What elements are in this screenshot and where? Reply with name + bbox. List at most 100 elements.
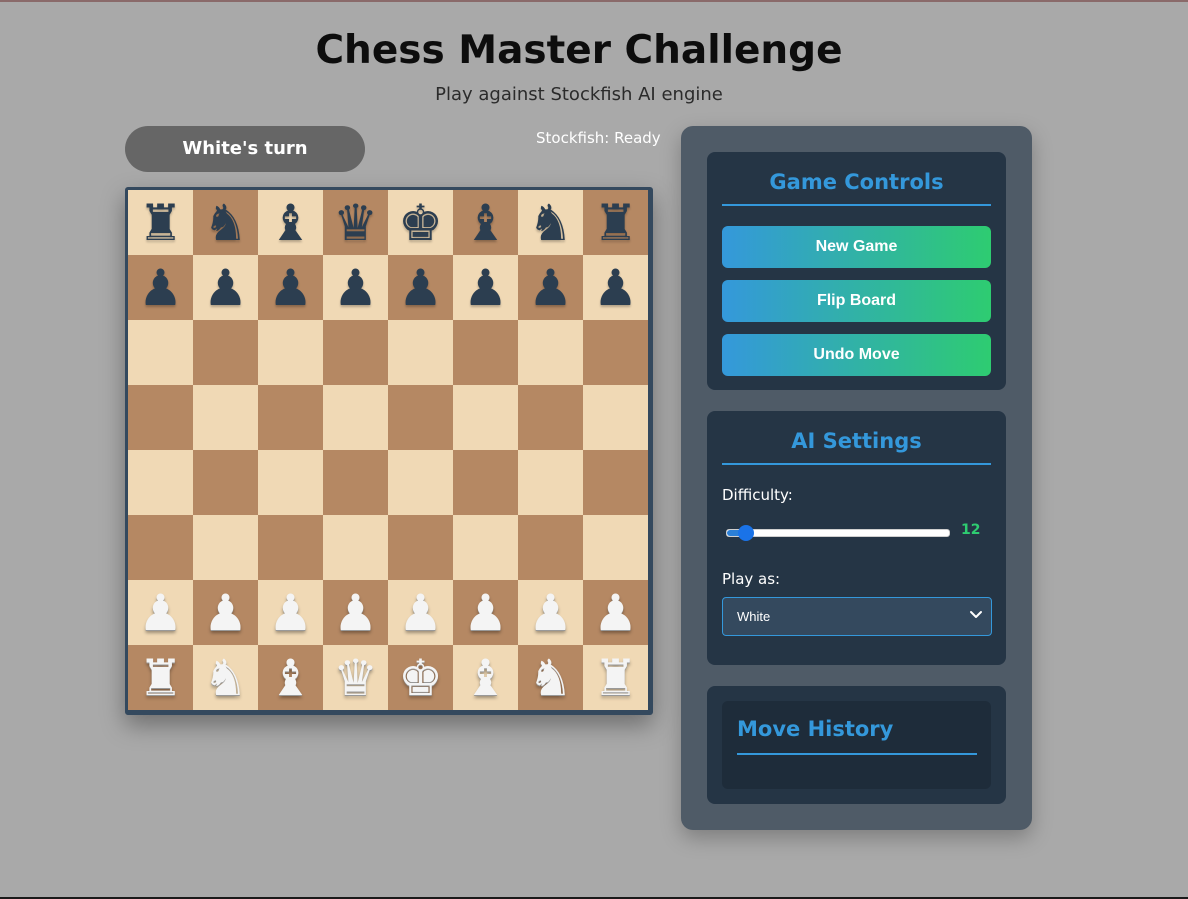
square-d2[interactable]: ♟ bbox=[323, 580, 388, 645]
black-piece-icon[interactable]: ♟ bbox=[268, 263, 313, 313]
black-piece-icon[interactable]: ♜ bbox=[593, 198, 638, 248]
square-d4[interactable] bbox=[323, 450, 388, 515]
white-piece-icon[interactable]: ♞ bbox=[203, 653, 248, 703]
white-piece-icon[interactable]: ♛ bbox=[333, 653, 378, 703]
square-g1[interactable]: ♞ bbox=[518, 645, 583, 710]
black-piece-icon[interactable]: ♟ bbox=[593, 263, 638, 313]
play-as-select[interactable]: White bbox=[722, 597, 992, 636]
black-piece-icon[interactable]: ♟ bbox=[333, 263, 378, 313]
white-piece-icon[interactable]: ♜ bbox=[138, 653, 183, 703]
black-piece-icon[interactable]: ♟ bbox=[398, 263, 443, 313]
square-e1[interactable]: ♚ bbox=[388, 645, 453, 710]
square-b6[interactable] bbox=[193, 320, 258, 385]
square-d8[interactable]: ♛ bbox=[323, 190, 388, 255]
new-game-button[interactable]: New Game bbox=[722, 226, 991, 268]
square-d7[interactable]: ♟ bbox=[323, 255, 388, 320]
black-piece-icon[interactable]: ♞ bbox=[203, 198, 248, 248]
white-piece-icon[interactable]: ♞ bbox=[528, 653, 573, 703]
square-h3[interactable] bbox=[583, 515, 648, 580]
square-g5[interactable] bbox=[518, 385, 583, 450]
square-e8[interactable]: ♚ bbox=[388, 190, 453, 255]
square-a1[interactable]: ♜ bbox=[128, 645, 193, 710]
black-piece-icon[interactable]: ♞ bbox=[528, 198, 573, 248]
black-piece-icon[interactable]: ♟ bbox=[528, 263, 573, 313]
white-piece-icon[interactable]: ♚ bbox=[398, 653, 443, 703]
square-g3[interactable] bbox=[518, 515, 583, 580]
square-g8[interactable]: ♞ bbox=[518, 190, 583, 255]
square-e6[interactable] bbox=[388, 320, 453, 385]
square-d3[interactable] bbox=[323, 515, 388, 580]
square-e2[interactable]: ♟ bbox=[388, 580, 453, 645]
square-h1[interactable]: ♜ bbox=[583, 645, 648, 710]
square-b2[interactable]: ♟ bbox=[193, 580, 258, 645]
black-piece-icon[interactable]: ♝ bbox=[463, 198, 508, 248]
square-f8[interactable]: ♝ bbox=[453, 190, 518, 255]
square-f7[interactable]: ♟ bbox=[453, 255, 518, 320]
white-piece-icon[interactable]: ♟ bbox=[463, 588, 508, 638]
white-piece-icon[interactable]: ♟ bbox=[138, 588, 183, 638]
square-d6[interactable] bbox=[323, 320, 388, 385]
black-piece-icon[interactable]: ♛ bbox=[333, 198, 378, 248]
square-h4[interactable] bbox=[583, 450, 648, 515]
square-c7[interactable]: ♟ bbox=[258, 255, 323, 320]
undo-move-button[interactable]: Undo Move bbox=[722, 334, 991, 376]
black-piece-icon[interactable]: ♜ bbox=[138, 198, 183, 248]
white-piece-icon[interactable]: ♜ bbox=[593, 653, 638, 703]
white-piece-icon[interactable]: ♝ bbox=[268, 653, 313, 703]
square-d1[interactable]: ♛ bbox=[323, 645, 388, 710]
square-h8[interactable]: ♜ bbox=[583, 190, 648, 255]
difficulty-slider[interactable] bbox=[726, 525, 950, 541]
square-d5[interactable] bbox=[323, 385, 388, 450]
flip-board-button[interactable]: Flip Board bbox=[722, 280, 991, 322]
square-a8[interactable]: ♜ bbox=[128, 190, 193, 255]
square-f2[interactable]: ♟ bbox=[453, 580, 518, 645]
square-g2[interactable]: ♟ bbox=[518, 580, 583, 645]
white-piece-icon[interactable]: ♟ bbox=[593, 588, 638, 638]
square-a3[interactable] bbox=[128, 515, 193, 580]
square-a7[interactable]: ♟ bbox=[128, 255, 193, 320]
square-c1[interactable]: ♝ bbox=[258, 645, 323, 710]
chess-board[interactable]: ♜ ♞ ♝ ♛ ♚ ♝ ♞ ♜ ♟ ♟ ♟ ♟ ♟ ♟ ♟ ♟ ♟ ♟ ♟ ♟ ♟ ♟ ♟ ♟ ♜ ♞ ♝ ♛ ♚ ♝ ♞ ♜ bbox=[125, 187, 653, 715]
white-piece-icon[interactable]: ♟ bbox=[268, 588, 313, 638]
black-piece-icon[interactable]: ♟ bbox=[203, 263, 248, 313]
black-piece-icon[interactable]: ♟ bbox=[463, 263, 508, 313]
square-c3[interactable] bbox=[258, 515, 323, 580]
square-g4[interactable] bbox=[518, 450, 583, 515]
square-c4[interactable] bbox=[258, 450, 323, 515]
square-f4[interactable] bbox=[453, 450, 518, 515]
square-a2[interactable]: ♟ bbox=[128, 580, 193, 645]
white-piece-icon[interactable]: ♟ bbox=[398, 588, 443, 638]
square-b1[interactable]: ♞ bbox=[193, 645, 258, 710]
square-a6[interactable] bbox=[128, 320, 193, 385]
square-f1[interactable]: ♝ bbox=[453, 645, 518, 710]
square-g7[interactable]: ♟ bbox=[518, 255, 583, 320]
black-piece-icon[interactable]: ♚ bbox=[398, 198, 443, 248]
black-piece-icon[interactable]: ♝ bbox=[268, 198, 313, 248]
square-h7[interactable]: ♟ bbox=[583, 255, 648, 320]
square-h2[interactable]: ♟ bbox=[583, 580, 648, 645]
square-c8[interactable]: ♝ bbox=[258, 190, 323, 255]
white-piece-icon[interactable]: ♟ bbox=[528, 588, 573, 638]
square-a5[interactable] bbox=[128, 385, 193, 450]
black-piece-icon[interactable]: ♟ bbox=[138, 263, 183, 313]
square-e4[interactable] bbox=[388, 450, 453, 515]
square-b7[interactable]: ♟ bbox=[193, 255, 258, 320]
square-e3[interactable] bbox=[388, 515, 453, 580]
square-b4[interactable] bbox=[193, 450, 258, 515]
square-c5[interactable] bbox=[258, 385, 323, 450]
square-c6[interactable] bbox=[258, 320, 323, 385]
square-c2[interactable]: ♟ bbox=[258, 580, 323, 645]
square-h6[interactable] bbox=[583, 320, 648, 385]
square-f5[interactable] bbox=[453, 385, 518, 450]
difficulty-slider-thumb[interactable] bbox=[738, 525, 754, 541]
square-b5[interactable] bbox=[193, 385, 258, 450]
square-e7[interactable]: ♟ bbox=[388, 255, 453, 320]
square-h5[interactable] bbox=[583, 385, 648, 450]
white-piece-icon[interactable]: ♟ bbox=[203, 588, 248, 638]
square-b3[interactable] bbox=[193, 515, 258, 580]
square-f6[interactable] bbox=[453, 320, 518, 385]
square-e5[interactable] bbox=[388, 385, 453, 450]
square-g6[interactable] bbox=[518, 320, 583, 385]
square-f3[interactable] bbox=[453, 515, 518, 580]
white-piece-icon[interactable]: ♝ bbox=[463, 653, 508, 703]
